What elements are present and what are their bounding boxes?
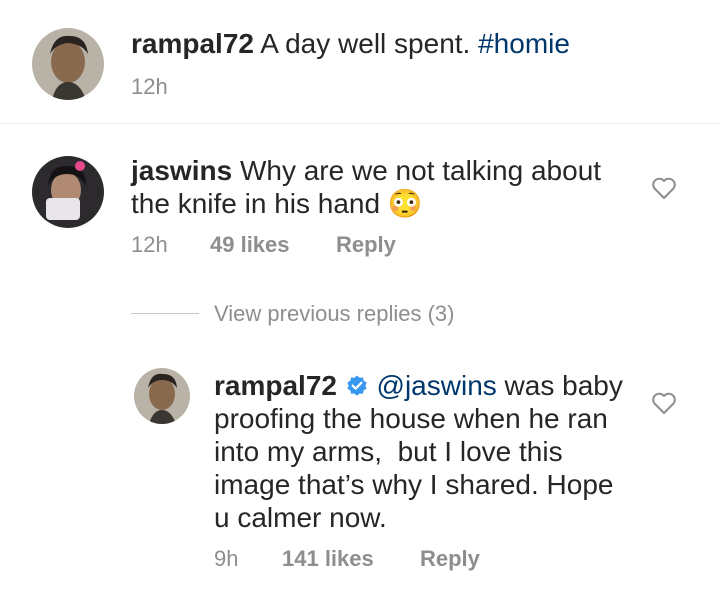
caption-hashtag[interactable]: #homie <box>478 28 570 59</box>
replies-divider-line <box>131 313 199 314</box>
reply-like-heart-icon[interactable] <box>651 391 677 415</box>
reply-line-1: rampal72 @jaswins was baby <box>214 369 623 402</box>
comment-body-line-1: Why are we not talking about <box>239 155 602 186</box>
reply-body-line-5: u calmer now. <box>214 502 387 533</box>
reply-username[interactable]: rampal72 <box>214 370 337 401</box>
caption-divider <box>0 123 720 124</box>
caption-avatar[interactable] <box>32 28 104 100</box>
comment-line-1: jaswins Why are we not talking about <box>131 154 601 187</box>
comment-likes[interactable]: 49 likes <box>210 232 290 258</box>
reply-reply-button[interactable]: Reply <box>420 546 480 572</box>
comment-time: 12h <box>131 232 168 257</box>
reply-body-line-1: was baby <box>504 370 623 401</box>
reply-body-line-4: image that’s why I shared. Hope <box>214 469 614 500</box>
reply-body-line-3: into my arms, but I love this <box>214 436 563 467</box>
comment-username[interactable]: jaswins <box>131 155 232 186</box>
view-previous-replies[interactable]: View previous replies (3) <box>214 301 454 327</box>
caption-text: rampal72 A day well spent. #homie <box>131 27 570 60</box>
reply-body-line-2: proofing the house when he ran <box>214 403 608 434</box>
comment-line-2: the knife in his hand 😳 <box>131 187 423 220</box>
comment-like-heart-icon[interactable] <box>651 176 677 200</box>
caption-body: A day well spent. <box>260 28 471 59</box>
verified-badge-icon <box>347 375 367 396</box>
comment-body-line-2: the knife in his hand <box>131 188 381 219</box>
reply-likes[interactable]: 141 likes <box>282 546 374 572</box>
reply-avatar[interactable] <box>134 368 190 424</box>
reply-mention[interactable]: @jaswins <box>377 370 497 401</box>
flushed-face-emoji: 😳 <box>387 188 423 219</box>
comment-reply-button[interactable]: Reply <box>336 232 396 258</box>
comment-avatar[interactable] <box>32 156 104 228</box>
caption-username[interactable]: rampal72 <box>131 28 254 59</box>
reply-time: 9h <box>214 546 239 571</box>
caption-time: 12h <box>131 74 168 99</box>
